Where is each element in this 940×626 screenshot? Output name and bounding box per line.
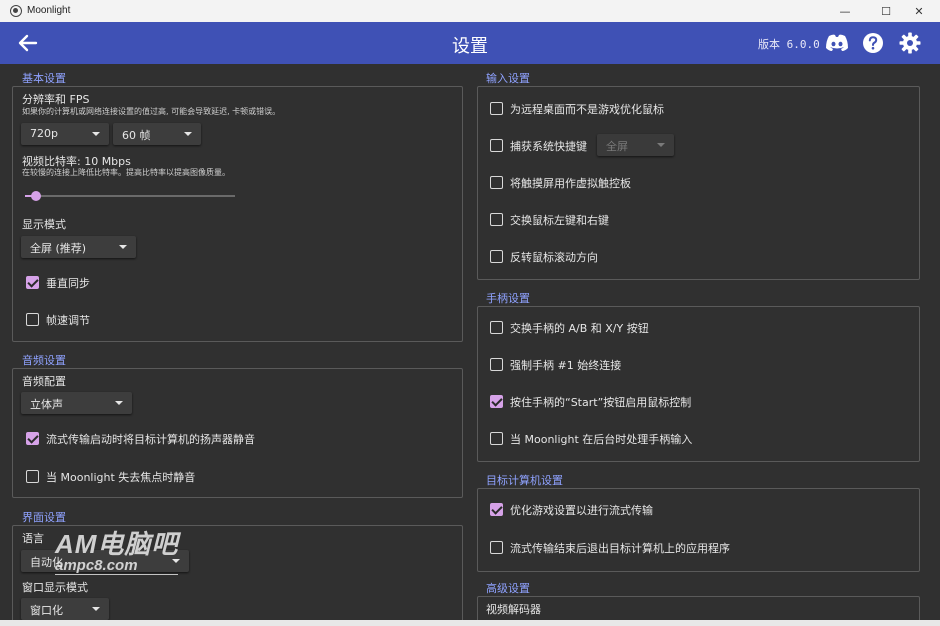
- discord-icon[interactable]: [824, 32, 850, 54]
- chevron-down-icon: [119, 245, 127, 249]
- checkbox-box[interactable]: [490, 176, 503, 189]
- bitrate-slider-track[interactable]: [25, 195, 235, 197]
- fps-value: 60 帧: [122, 129, 151, 142]
- maximize-button[interactable]: ☐: [869, 0, 903, 22]
- moonlight-logo-icon: [10, 5, 22, 17]
- bitrate-hint: 在较慢的连接上降低比特率。提高比特率以提高图像质量。: [22, 168, 230, 177]
- resolution-select[interactable]: 720p: [21, 123, 109, 145]
- checkbox-box[interactable]: [490, 395, 503, 408]
- back-arrow-icon[interactable]: [16, 32, 40, 54]
- swap-mouse-buttons-label: 交换鼠标左键和右键: [510, 214, 609, 227]
- checkbox-box[interactable]: [490, 102, 503, 115]
- chevron-down-icon: [115, 401, 123, 405]
- audio-settings-title: 音频设置: [22, 354, 66, 367]
- chevron-down-icon: [92, 132, 100, 136]
- display-mode-label: 显示模式: [22, 218, 66, 231]
- window-mode-label: 窗口显示模式: [22, 581, 88, 594]
- gear-icon[interactable]: [898, 31, 922, 55]
- audio-config-select[interactable]: 立体声: [21, 392, 132, 414]
- mute-unfocused-label: 当 Moonlight 失去焦点时静音: [46, 471, 196, 484]
- moonlight-window: Moonlight — ☐ ✕ 设置 版本 6.0.0 基本设置 分辨率和 FP…: [0, 0, 940, 626]
- checkbox-box[interactable]: [490, 358, 503, 371]
- chevron-down-icon: [92, 607, 100, 611]
- touchscreen-trackpad-label: 将触摸屏用作虚拟触控板: [510, 177, 631, 190]
- ui-settings-title: 界面设置: [22, 511, 66, 524]
- window-title: Moonlight: [27, 5, 71, 16]
- checkbox-box[interactable]: [490, 541, 503, 554]
- host-settings-group: [477, 488, 920, 572]
- force-gamepad-label: 强制手柄 #1 始终连接: [510, 359, 622, 372]
- watermark-line-1: AM电脑吧: [55, 529, 179, 559]
- checkbox-box[interactable]: [490, 503, 503, 516]
- checkbox-box[interactable]: [490, 321, 503, 334]
- reverse-scroll-label: 反转鼠标滚动方向: [510, 251, 598, 264]
- vsync-label: 垂直同步: [46, 277, 90, 290]
- checkbox-box[interactable]: [490, 139, 503, 152]
- video-decoder-label: 视频解码器: [486, 603, 541, 616]
- audio-config-label: 音频配置: [22, 375, 66, 388]
- capture-shortcuts-value: 全屏: [606, 140, 628, 153]
- checkbox-box[interactable]: [26, 313, 39, 326]
- display-mode-value: 全屏 (推荐): [30, 242, 87, 255]
- help-icon[interactable]: [862, 32, 884, 54]
- host-settings-title: 目标计算机设置: [486, 474, 563, 487]
- chevron-down-icon: [657, 143, 665, 147]
- language-label: 语言: [22, 532, 44, 545]
- checkbox-box[interactable]: [490, 432, 503, 445]
- checkbox-box[interactable]: [26, 470, 39, 483]
- advanced-settings-title: 高级设置: [486, 582, 530, 595]
- watermark: AM电脑吧 ampc8.com: [55, 524, 179, 575]
- app-bar: 设置 版本 6.0.0: [0, 22, 940, 64]
- close-button[interactable]: ✕: [902, 0, 936, 22]
- display-mode-select[interactable]: 全屏 (推荐): [21, 236, 136, 258]
- mute-host-label: 流式传输启动时将目标计算机的扬声器静音: [46, 433, 255, 446]
- quit-app-label: 流式传输结束后退出目标计算机上的应用程序: [510, 542, 730, 555]
- checkbox-box[interactable]: [490, 213, 503, 226]
- version-label: 版本 6.0.0: [758, 38, 820, 51]
- start-mouse-control-label: 按住手柄的“Start”按钮启用鼠标控制: [510, 396, 692, 409]
- window-bottom-edge: [0, 620, 940, 626]
- chevron-down-icon: [184, 132, 192, 136]
- window-mode-value: 窗口化: [30, 604, 63, 617]
- window-mode-select[interactable]: 窗口化: [21, 598, 109, 620]
- resolution-value: 720p: [30, 127, 58, 140]
- checkbox-box[interactable]: [26, 276, 39, 289]
- basic-settings-title: 基本设置: [22, 72, 66, 85]
- title-bar: Moonlight — ☐ ✕: [0, 0, 940, 22]
- capture-shortcuts-label: 捕获系统快捷键: [510, 140, 587, 153]
- optimize-mouse-label: 为远程桌面而不是游戏优化鼠标: [510, 103, 664, 116]
- audio-config-value: 立体声: [30, 398, 63, 411]
- swap-ab-label: 交换手柄的 A/B 和 X/Y 按钮: [510, 322, 649, 335]
- resolution-fps-label: 分辨率和 FPS: [22, 93, 90, 106]
- gamepad-settings-title: 手柄设置: [486, 292, 530, 305]
- bitrate-slider-handle[interactable]: [30, 191, 41, 201]
- checkbox-box[interactable]: [490, 250, 503, 263]
- fps-select[interactable]: 60 帧: [113, 123, 201, 145]
- checkbox-box[interactable]: [26, 432, 39, 445]
- resolution-hint: 如果你的计算机或网络连接设置的值过高, 可能会导致延迟, 卡顿或错误。: [22, 107, 281, 116]
- optimize-game-settings-label: 优化游戏设置以进行流式传输: [510, 504, 653, 517]
- frame-pacing-label: 帧速调节: [46, 314, 90, 327]
- minimize-button[interactable]: —: [828, 0, 862, 22]
- input-settings-title: 输入设置: [486, 72, 530, 85]
- background-gamepad-label: 当 Moonlight 在后台时处理手柄输入: [510, 433, 693, 446]
- capture-shortcuts-select[interactable]: 全屏: [597, 134, 674, 156]
